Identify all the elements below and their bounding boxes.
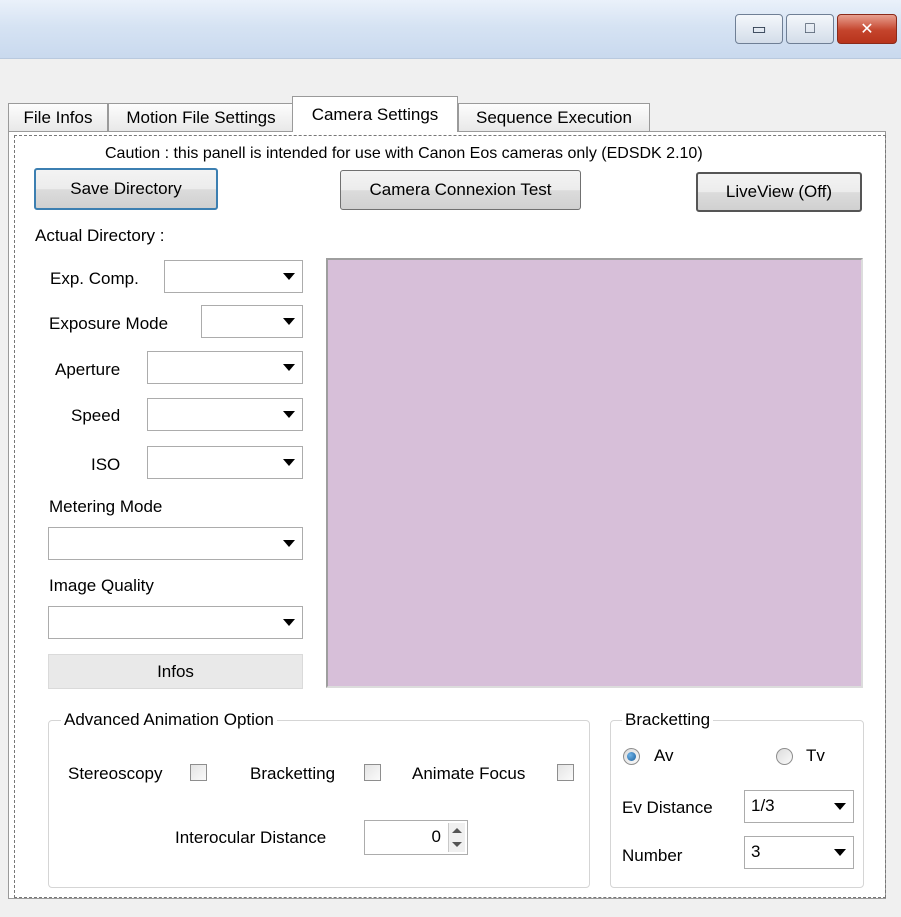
tab-label: Motion File Settings [126, 107, 276, 127]
interocular-distance-label: Interocular Distance [175, 828, 327, 847]
chevron-down-icon [834, 849, 846, 856]
infos-button[interactable]: Infos [48, 654, 303, 689]
interocular-distance-stepper[interactable]: 0 [364, 820, 468, 855]
tab-label: Sequence Execution [476, 107, 632, 127]
chevron-down-icon [283, 540, 295, 547]
actual-directory-label: Actual Directory : [35, 226, 165, 245]
bracketting-title: Bracketting [622, 710, 714, 730]
advanced-animation-group [48, 720, 590, 888]
interocular-distance-value: 0 [431, 827, 441, 846]
metering-mode-select[interactable] [48, 527, 303, 560]
close-button[interactable]: ✕ [837, 14, 897, 44]
tv-radio[interactable] [776, 748, 793, 765]
metering-mode-label: Metering Mode [49, 497, 163, 516]
chevron-down-icon [283, 619, 295, 626]
animate-focus-checkbox[interactable] [557, 764, 574, 781]
tab-label: Camera Settings [311, 104, 439, 124]
liveview-display [326, 258, 863, 688]
bracketting-label: Bracketting [250, 764, 336, 783]
maximize-icon: □ [805, 20, 815, 37]
tab-file-infos[interactable]: File Infos [8, 103, 108, 131]
ev-distance-value: 1/3 [751, 796, 775, 815]
tv-label: Tv [806, 746, 825, 765]
chevron-down-icon [283, 411, 295, 418]
aperture-label: Aperture [55, 360, 121, 379]
speed-label: Speed [71, 406, 121, 425]
iso-select[interactable] [147, 446, 303, 479]
av-label: Av [654, 746, 674, 765]
close-icon: ✕ [860, 21, 874, 38]
exp-comp-select[interactable] [164, 260, 303, 293]
ev-distance-label: Ev Distance [622, 798, 713, 817]
minimize-icon: ▭ [751, 21, 767, 38]
tab-label: File Infos [23, 107, 93, 127]
title-bar: ▭ □ ✕ [0, 0, 901, 59]
ev-distance-select[interactable]: 1/3 [744, 790, 854, 823]
stereoscopy-checkbox[interactable] [190, 764, 207, 781]
minimize-button[interactable]: ▭ [735, 14, 783, 44]
caution-text: Caution : this panell is intended for us… [105, 145, 703, 162]
speed-select[interactable] [147, 398, 303, 431]
bracketting-checkbox[interactable] [364, 764, 381, 781]
chevron-down-icon [283, 318, 295, 325]
tab-motion-file-settings[interactable]: Motion File Settings [108, 103, 294, 131]
chevron-down-icon [283, 364, 295, 371]
spin-buttons[interactable] [448, 823, 465, 852]
exposure-mode-label: Exposure Mode [49, 314, 169, 333]
camera-connexion-test-button[interactable]: Camera Connexion Test [340, 170, 581, 210]
number-select[interactable]: 3 [744, 836, 854, 869]
chevron-down-icon [283, 459, 295, 466]
advanced-animation-title: Advanced Animation Option [61, 710, 277, 730]
exp-comp-label: Exp. Comp. [50, 269, 139, 288]
chevron-down-icon [283, 273, 295, 280]
iso-label: ISO [91, 455, 121, 474]
spin-up-icon[interactable] [452, 828, 462, 833]
save-directory-button[interactable]: Save Directory [34, 168, 218, 210]
animate-focus-label: Animate Focus [412, 764, 526, 783]
tab-sequence-execution[interactable]: Sequence Execution [458, 103, 650, 131]
number-label: Number [622, 846, 683, 865]
av-radio[interactable] [623, 748, 640, 765]
tab-camera-settings[interactable]: Camera Settings [292, 96, 458, 132]
aperture-select[interactable] [147, 351, 303, 384]
stereoscopy-label: Stereoscopy [68, 764, 163, 783]
spin-down-icon[interactable] [452, 842, 462, 847]
exposure-mode-select[interactable] [201, 305, 303, 338]
number-value: 3 [751, 842, 761, 861]
chevron-down-icon [834, 803, 846, 810]
image-quality-label: Image Quality [49, 576, 154, 595]
image-quality-select[interactable] [48, 606, 303, 639]
maximize-button[interactable]: □ [786, 14, 834, 44]
liveview-toggle-button[interactable]: LiveView (Off) [696, 172, 862, 212]
